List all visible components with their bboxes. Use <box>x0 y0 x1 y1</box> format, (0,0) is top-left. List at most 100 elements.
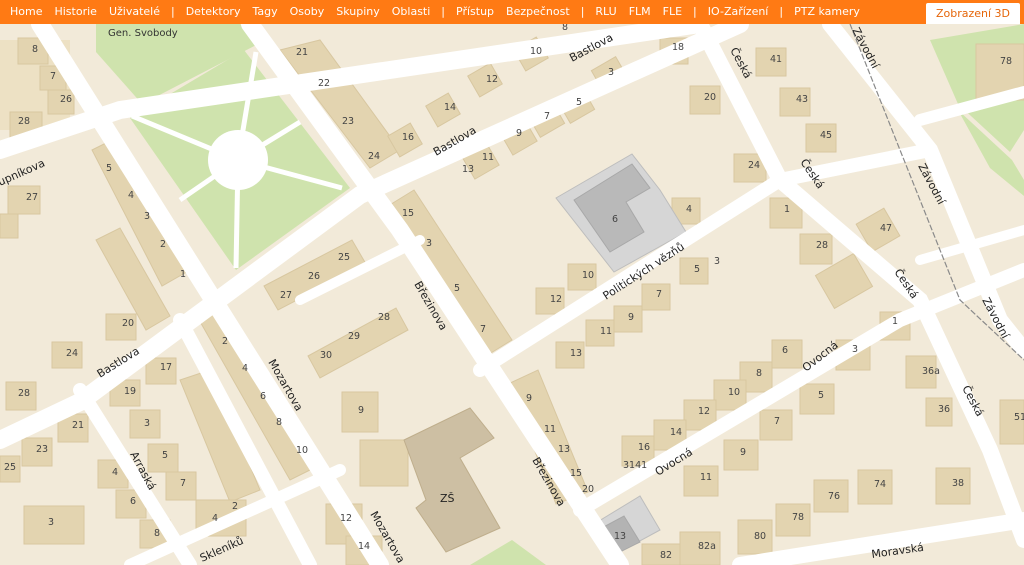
house-number: 16 <box>402 132 414 143</box>
house-number: 20 <box>582 484 594 495</box>
house-number: 14 <box>358 541 370 552</box>
house-number: 2 <box>232 501 238 512</box>
house-number: 82 <box>660 550 672 561</box>
house-number: 8 <box>276 417 282 428</box>
house-number: 18 <box>672 42 684 53</box>
house-number: 24 <box>368 151 380 162</box>
nav-item-10[interactable]: Přístup <box>450 0 500 24</box>
house-number: 7 <box>50 71 56 82</box>
house-number: 12 <box>550 294 562 305</box>
house-number: 21 <box>72 420 84 431</box>
house-number: 28 <box>18 388 30 399</box>
map-view[interactable]: Gen. Svobody ZŠ Bastlova Bastlova Bastlo… <box>0 24 1024 565</box>
house-number: 5 <box>818 390 824 401</box>
nav-item-14[interactable]: FLM <box>623 0 657 24</box>
house-number: 2 <box>222 336 228 347</box>
house-number: 20 <box>704 92 716 103</box>
park-name-label: Gen. Svobody <box>108 28 178 39</box>
nav-item-11[interactable]: Bezpečnost <box>500 0 576 24</box>
house-number: 29 <box>348 331 360 342</box>
house-number: 23 <box>342 116 354 127</box>
house-number: 26 <box>60 94 72 105</box>
house-number: 6 <box>782 345 788 356</box>
nav-item-19[interactable]: PTZ kamery <box>788 0 866 24</box>
nav-separator: | <box>779 5 784 18</box>
house-number: 8 <box>32 44 38 55</box>
house-number: 3 <box>852 344 858 355</box>
house-number: 3 <box>714 256 720 267</box>
map-canvas[interactable]: Gen. Svobody ZŠ Bastlova Bastlova Bastlo… <box>0 24 1024 565</box>
house-number: 9 <box>358 405 364 416</box>
house-number: 4 <box>212 513 218 524</box>
house-number: 3141 <box>623 460 647 471</box>
house-number: 1 <box>180 269 186 280</box>
house-number: 78 <box>1000 56 1012 67</box>
house-number: 6 <box>130 496 136 507</box>
house-number: 5 <box>576 97 582 108</box>
house-number: 4 <box>242 363 248 374</box>
park-roundabout <box>208 130 268 190</box>
house-number: 4 <box>112 467 118 478</box>
house-number: 3 <box>48 517 54 528</box>
house-number: 9 <box>516 128 522 139</box>
house-number: 74 <box>874 479 886 490</box>
nav-item-7[interactable]: Skupiny <box>330 0 386 24</box>
nav-separator: | <box>170 5 175 18</box>
nav-item-5[interactable]: Tagy <box>246 0 283 24</box>
nav-item-zobrazeni-3d[interactable]: Zobrazení 3D <box>925 3 1020 24</box>
house-number: 13 <box>558 444 570 455</box>
house-number: 6 <box>612 214 618 225</box>
house-number: 12 <box>486 74 498 85</box>
house-number: 51 <box>1014 412 1024 423</box>
house-number: 7 <box>480 324 486 335</box>
house-number: 7 <box>656 289 662 300</box>
house-number: 11 <box>544 424 556 435</box>
house-number: 7 <box>180 478 186 489</box>
nav-item-17[interactable]: IO-Zařízení <box>702 0 775 24</box>
house-number: 10 <box>530 46 542 57</box>
nav-separator: | <box>580 5 585 18</box>
house-number: 3 <box>426 238 432 249</box>
house-number: 4 <box>686 204 692 215</box>
house-number: 13 <box>462 164 474 175</box>
nav-item-0[interactable]: Home <box>4 0 48 24</box>
house-number: 11 <box>482 152 494 163</box>
house-number: 43 <box>796 94 808 105</box>
house-number: 82a <box>698 541 716 552</box>
nav-item-4[interactable]: Detektory <box>180 0 247 24</box>
house-number: 80 <box>754 531 766 542</box>
house-number: 8 <box>154 528 160 539</box>
house-number: 15 <box>570 468 582 479</box>
house-number: 28 <box>18 116 30 127</box>
house-number: 12 <box>698 406 710 417</box>
house-number: 19 <box>124 386 136 397</box>
house-number: 10 <box>582 270 594 281</box>
house-number: 27 <box>26 192 38 203</box>
top-navigation-bar: Home Historie Uživatelé | Detektory Tagy Osoby… <box>0 0 1024 24</box>
house-number: 13 <box>614 531 626 542</box>
nav-item-15[interactable]: FLE <box>657 0 688 24</box>
nav-item-2[interactable]: Uživatelé <box>103 0 166 24</box>
nav-item-1[interactable]: Historie <box>48 0 102 24</box>
house-number: 10 <box>728 387 740 398</box>
nav-item-13[interactable]: RLU <box>589 0 622 24</box>
house-number: 36a <box>922 366 940 377</box>
house-number: 25 <box>4 462 16 473</box>
nav-separator: | <box>441 5 446 18</box>
house-number: 5 <box>162 450 168 461</box>
house-number: 20 <box>122 318 134 329</box>
house-number: 25 <box>338 252 350 263</box>
house-number: 5 <box>454 283 460 294</box>
house-number: 78 <box>792 512 804 523</box>
house-number: 9 <box>526 393 532 404</box>
nav-item-8[interactable]: Oblasti <box>386 0 437 24</box>
house-number: 15 <box>402 208 414 219</box>
house-number: 11 <box>700 472 712 483</box>
house-number: 12 <box>340 513 352 524</box>
house-number: 36 <box>938 404 950 415</box>
house-number: 21 <box>296 47 308 58</box>
house-number: 41 <box>770 54 782 65</box>
house-number: 28 <box>816 240 828 251</box>
nav-separator: | <box>693 5 697 18</box>
nav-item-6[interactable]: Osoby <box>284 0 331 24</box>
